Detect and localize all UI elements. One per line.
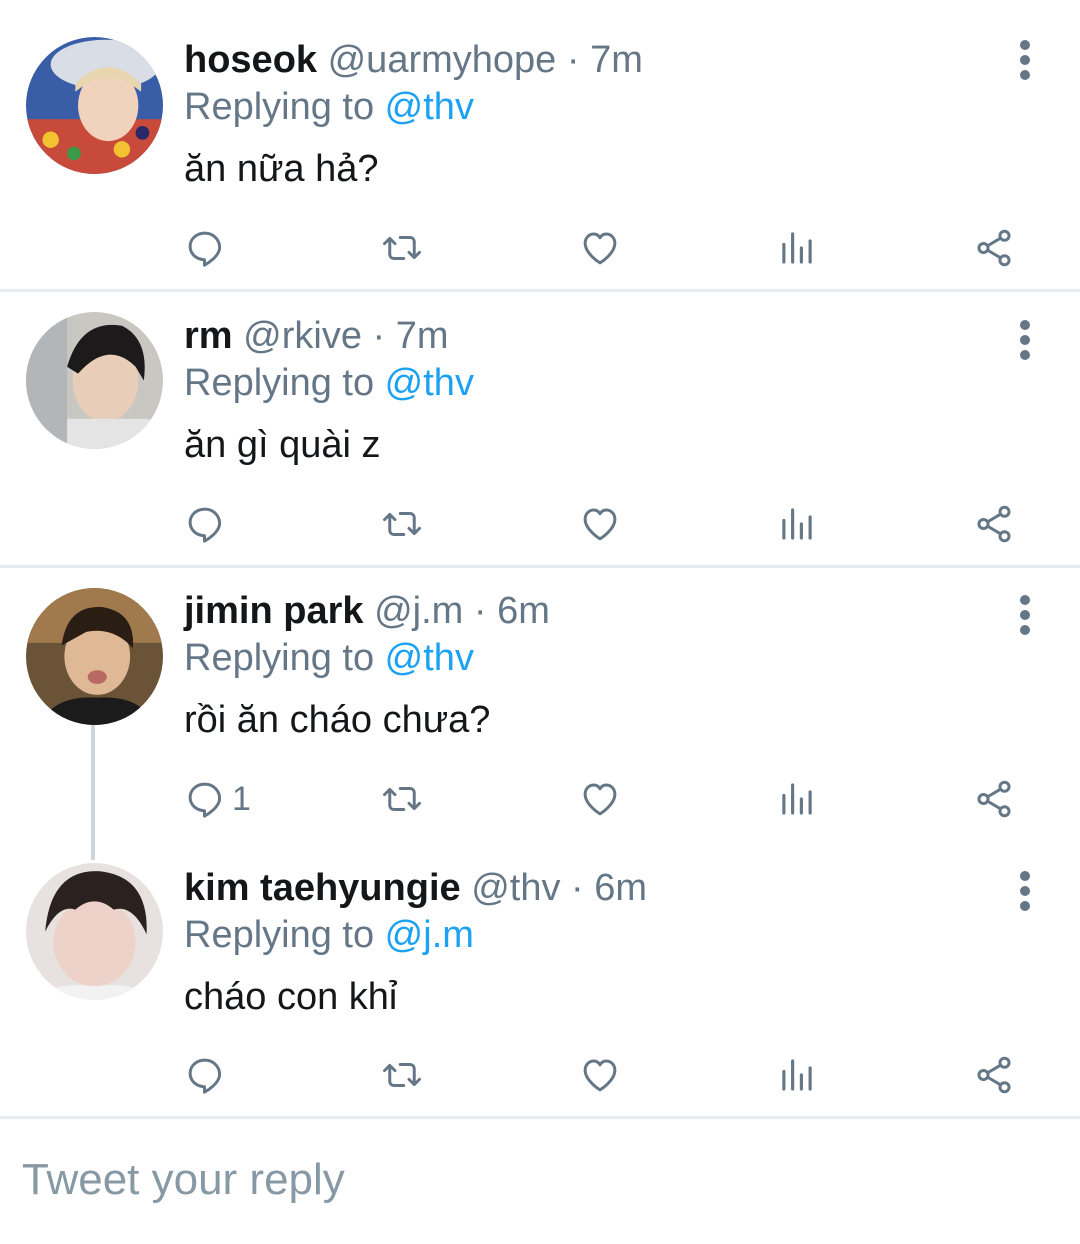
avatar-image	[26, 588, 163, 725]
avatar[interactable]	[26, 312, 163, 449]
like-icon	[583, 508, 617, 541]
replying-to: Replying to @thv	[184, 635, 474, 681]
tweet-header: hoseok @uarmyhope · 7m	[184, 37, 643, 83]
retweet-icon	[383, 236, 421, 260]
action-bar	[0, 499, 1080, 549]
tweet-text: rồi ăn cháo chưa?	[184, 699, 491, 741]
separator: ·	[560, 867, 595, 909]
avatar[interactable]	[26, 588, 163, 725]
display-name[interactable]: hoseok	[184, 39, 317, 81]
handle[interactable]: @rkive	[243, 315, 362, 357]
share-button[interactable]	[973, 223, 1015, 273]
avatar[interactable]	[26, 863, 163, 1000]
analytics-icon	[782, 508, 812, 540]
more-icon[interactable]	[1012, 595, 1038, 635]
like-icon	[583, 783, 617, 816]
reply-button[interactable]	[184, 223, 232, 273]
mention-link[interactable]: @thv	[385, 86, 474, 128]
display-name[interactable]: jimin park	[184, 590, 364, 632]
replying-to-label: Replying to	[184, 86, 385, 128]
reply-composer-input[interactable]: Tweet your reply	[22, 1155, 345, 1205]
reply-icon	[188, 782, 222, 818]
tweet-reply[interactable]: jimin park @j.m · 6m Replying to @thv rồ…	[0, 568, 1080, 840]
action-bar: 1	[0, 774, 1080, 824]
action-bar	[0, 1050, 1080, 1100]
tweet-header: rm @rkive · 7m	[184, 313, 449, 359]
share-icon	[977, 505, 1011, 543]
reply-button[interactable]	[184, 1050, 232, 1100]
more-icon[interactable]	[1012, 40, 1038, 80]
reply-icon	[188, 231, 222, 267]
divider	[0, 1116, 1080, 1119]
handle[interactable]: @j.m	[374, 590, 463, 632]
like-icon	[583, 232, 617, 265]
display-name[interactable]: kim taehyungie	[184, 867, 461, 909]
avatar-image	[26, 37, 163, 174]
mention-link[interactable]: @thv	[385, 362, 474, 404]
handle[interactable]: @thv	[471, 867, 560, 909]
separator: ·	[463, 590, 498, 632]
replying-to: Replying to @thv	[184, 360, 474, 406]
more-icon[interactable]	[1012, 320, 1038, 360]
tweet-header: kim taehyungie @thv · 6m	[184, 865, 647, 911]
retweet-button[interactable]	[381, 499, 423, 549]
share-button[interactable]	[973, 499, 1015, 549]
mention-link[interactable]: @j.m	[385, 914, 474, 956]
separator: ·	[556, 39, 591, 81]
share-button[interactable]	[973, 774, 1015, 824]
like-icon	[583, 1059, 617, 1092]
reply-button[interactable]: 1	[184, 774, 251, 824]
retweet-button[interactable]	[381, 1050, 423, 1100]
avatar-image	[26, 863, 163, 1000]
analytics-icon	[782, 232, 812, 264]
analytics-button[interactable]	[776, 1050, 818, 1100]
like-button[interactable]	[579, 223, 621, 273]
retweet-icon	[383, 787, 421, 811]
replying-to-label: Replying to	[184, 362, 385, 404]
share-icon	[977, 780, 1011, 818]
timestamp[interactable]: 6m	[594, 867, 647, 909]
analytics-button[interactable]	[776, 774, 818, 824]
action-bar	[0, 223, 1080, 273]
tweet-header: jimin park @j.m · 6m	[184, 588, 550, 634]
reply-icon	[188, 1058, 222, 1094]
retweet-button[interactable]	[381, 223, 423, 273]
reply-button[interactable]	[184, 499, 232, 549]
like-button[interactable]	[579, 1050, 621, 1100]
avatar[interactable]	[26, 37, 163, 174]
display-name[interactable]: rm	[184, 315, 233, 357]
retweet-icon	[383, 512, 421, 536]
retweet-button[interactable]	[381, 774, 423, 824]
separator: ·	[361, 315, 396, 357]
mention-link[interactable]: @thv	[385, 637, 474, 679]
replying-to: Replying to @j.m	[184, 912, 474, 958]
tweet-reply[interactable]: kim taehyungie @thv · 6m Replying to @j.…	[0, 840, 1080, 1116]
tweet-text: ăn nữa hả?	[184, 148, 379, 190]
retweet-icon	[383, 1063, 421, 1087]
timestamp[interactable]: 7m	[396, 315, 449, 357]
tweet-text: cháo con khỉ	[184, 976, 398, 1018]
replying-to-label: Replying to	[184, 637, 385, 679]
analytics-icon	[782, 1059, 812, 1091]
avatar-image	[26, 312, 163, 449]
handle[interactable]: @uarmyhope	[328, 39, 557, 81]
timestamp[interactable]: 7m	[590, 39, 643, 81]
tweet-text: ăn gì quài z	[184, 424, 381, 466]
reply-count: 1	[232, 779, 251, 818]
share-icon	[977, 229, 1011, 267]
replying-to: Replying to @thv	[184, 84, 474, 130]
tweet-reply[interactable]: hoseok @uarmyhope · 7m Replying to @thv …	[0, 0, 1080, 290]
more-icon[interactable]	[1012, 871, 1038, 911]
like-button[interactable]	[579, 499, 621, 549]
replying-to-label: Replying to	[184, 914, 385, 956]
timestamp[interactable]: 6m	[497, 590, 550, 632]
analytics-button[interactable]	[776, 499, 818, 549]
reply-icon	[188, 507, 222, 543]
share-icon	[977, 1056, 1011, 1094]
tweet-reply[interactable]: rm @rkive · 7m Replying to @thv ăn gì qu…	[0, 292, 1080, 566]
analytics-icon	[782, 783, 812, 815]
analytics-button[interactable]	[776, 223, 818, 273]
share-button[interactable]	[973, 1050, 1015, 1100]
like-button[interactable]	[579, 774, 621, 824]
